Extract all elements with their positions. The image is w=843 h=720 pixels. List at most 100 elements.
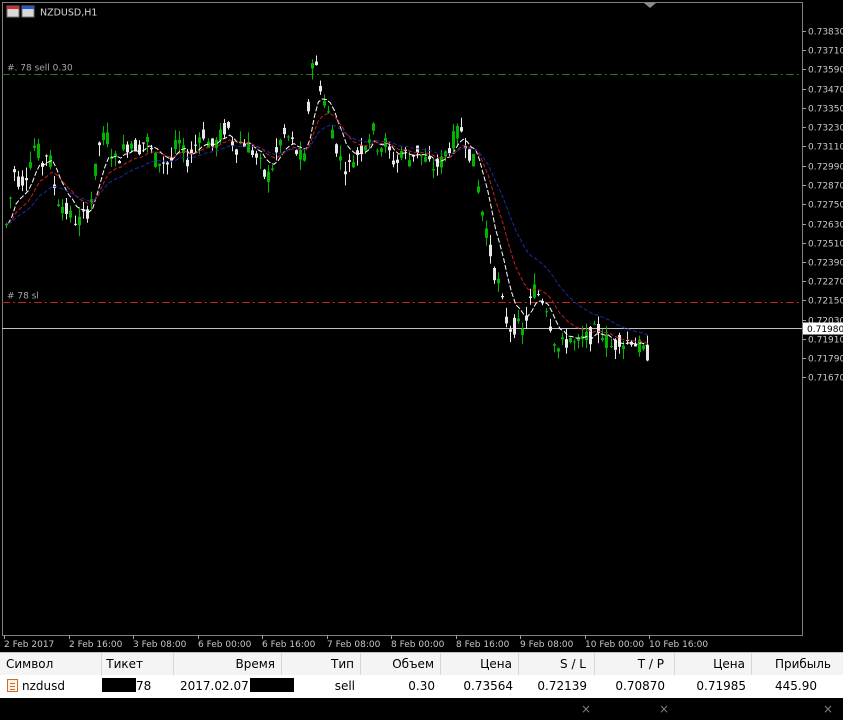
candle-body [223, 122, 226, 135]
y-tick-label: 0.73230 [808, 124, 843, 134]
candle-body [98, 142, 101, 146]
row-tp[interactable]: 0.70870 [595, 675, 675, 697]
row-ticket-suffix: 78 [136, 679, 152, 693]
candle-body [339, 156, 342, 161]
y-tick-label: 0.72510 [808, 240, 843, 250]
plot-frame [2, 2, 803, 636]
candle-body [78, 216, 81, 226]
price-axis: 0.73830 0.73710 0.73590 0.73470 0.73350 0.732… [802, 28, 843, 384]
col-symbol[interactable]: Символ [0, 653, 102, 675]
col-sl[interactable]: S / L [519, 653, 595, 675]
candle-body [275, 147, 278, 153]
candle-body [263, 169, 266, 177]
candle-body [501, 295, 504, 298]
candle-body [364, 146, 367, 151]
col-volume[interactable]: Объем [361, 653, 441, 675]
candle-body [219, 129, 222, 141]
y-tick-label: 0.73710 [808, 47, 843, 57]
candle-body [585, 331, 588, 341]
row-sl[interactable]: 0.72139 [519, 675, 595, 697]
col-type[interactable]: Тип [282, 653, 361, 675]
candle-body [509, 329, 512, 332]
candle-body [158, 163, 161, 166]
candle-body [557, 348, 560, 352]
col-tp[interactable]: T / P [595, 653, 675, 675]
x-tick-label: 8 Feb 00:00 [391, 640, 445, 650]
candle-body [17, 176, 20, 187]
candle-body [545, 311, 548, 313]
col-time[interactable]: Время [174, 653, 282, 675]
candle-body [138, 144, 141, 155]
trade-terminal: Символ Тикет Время Тип Объем Цена S / L … [0, 652, 843, 716]
candle-body [319, 85, 322, 92]
trade-levels: #. 78 sell 0.30 # 78 sl [2, 64, 802, 329]
candle-body [174, 140, 177, 150]
candle-body [255, 153, 258, 158]
close-position-icon[interactable]: × [821, 698, 835, 720]
candle-body [299, 149, 302, 160]
chart-window[interactable]: #. 78 sell 0.30 # 78 sl 0.73830 0.73710 0.7… [0, 0, 843, 652]
x-tick-label: 2 Feb 16:00 [69, 640, 123, 650]
candle-body [468, 149, 471, 161]
candle-body [150, 147, 153, 150]
sl-level-label: # 78 sl [7, 292, 39, 302]
trade-row[interactable]: nzdusd 78 2017.02.07 sell 0.30 0.73564 0… [0, 675, 843, 716]
candle-body [610, 345, 613, 348]
y-tick-label: 0.72750 [808, 201, 843, 211]
candle-body [561, 337, 564, 340]
candle-body [513, 317, 516, 335]
x-tick-label: 3 Feb 08:00 [133, 640, 187, 650]
candle-body [291, 137, 294, 139]
candle-body [307, 101, 310, 112]
sl-remove-icon[interactable]: × [579, 698, 593, 720]
row-ticket: 78 [102, 675, 174, 697]
candle-body [618, 335, 621, 347]
candle-body [154, 152, 157, 168]
time-axis: 2 Feb 2017 2 Feb 16:00 3 Feb 08:00 6 Feb 00… [4, 635, 708, 650]
candle-body [194, 144, 197, 146]
candle-body [460, 127, 463, 132]
x-tick-label: 9 Feb 08:00 [520, 640, 574, 650]
candle-body [493, 267, 496, 281]
candle-body [368, 139, 371, 143]
candle-body [549, 326, 552, 331]
col-price[interactable]: Цена [441, 653, 519, 675]
candle-body [529, 296, 532, 299]
col-current-price[interactable]: Цена [675, 653, 752, 675]
shift-marker-icon[interactable] [644, 3, 656, 8]
candle-body [569, 338, 572, 343]
candle-body [303, 153, 306, 161]
terminal-header: Символ Тикет Время Тип Объем Цена S / L … [0, 652, 843, 676]
row-volume: 0.30 [408, 679, 435, 693]
candle-body [323, 100, 326, 106]
y-tick-label: 0.73830 [808, 28, 843, 38]
candle-body [360, 145, 363, 154]
candle-body [13, 169, 16, 173]
candle-body [481, 211, 484, 216]
col-ticket[interactable]: Тикет [102, 653, 174, 675]
candle-body [178, 139, 181, 144]
candle-body [106, 132, 109, 145]
candle-body [593, 323, 596, 325]
candle-body [376, 150, 379, 152]
col-profit[interactable]: Прибыль [752, 653, 843, 675]
candle-body [29, 162, 32, 168]
candle-body [21, 176, 24, 186]
candle-body [57, 204, 60, 207]
candle-body [134, 139, 137, 152]
candle-body [424, 156, 427, 162]
candle-body [452, 131, 455, 149]
candle-body [388, 146, 391, 151]
x-tick-label: 7 Feb 08:00 [327, 640, 381, 650]
chart-title: NZDUSD,H1 [40, 8, 97, 19]
tp-remove-icon[interactable]: × [657, 698, 671, 720]
ticket-redaction [102, 678, 136, 692]
ma-mid-line [7, 113, 650, 346]
order-icon [7, 679, 18, 692]
x-tick-label: 10 Feb 00:00 [585, 640, 644, 650]
candle-body [521, 328, 524, 336]
y-tick-label: 0.71910 [808, 336, 843, 346]
y-tick-label: 0.72390 [808, 259, 843, 269]
candle-body [235, 149, 238, 155]
price-chart[interactable]: #. 78 sell 0.30# 78 sl 0.73830 0.73710 0.7… [0, 0, 843, 652]
